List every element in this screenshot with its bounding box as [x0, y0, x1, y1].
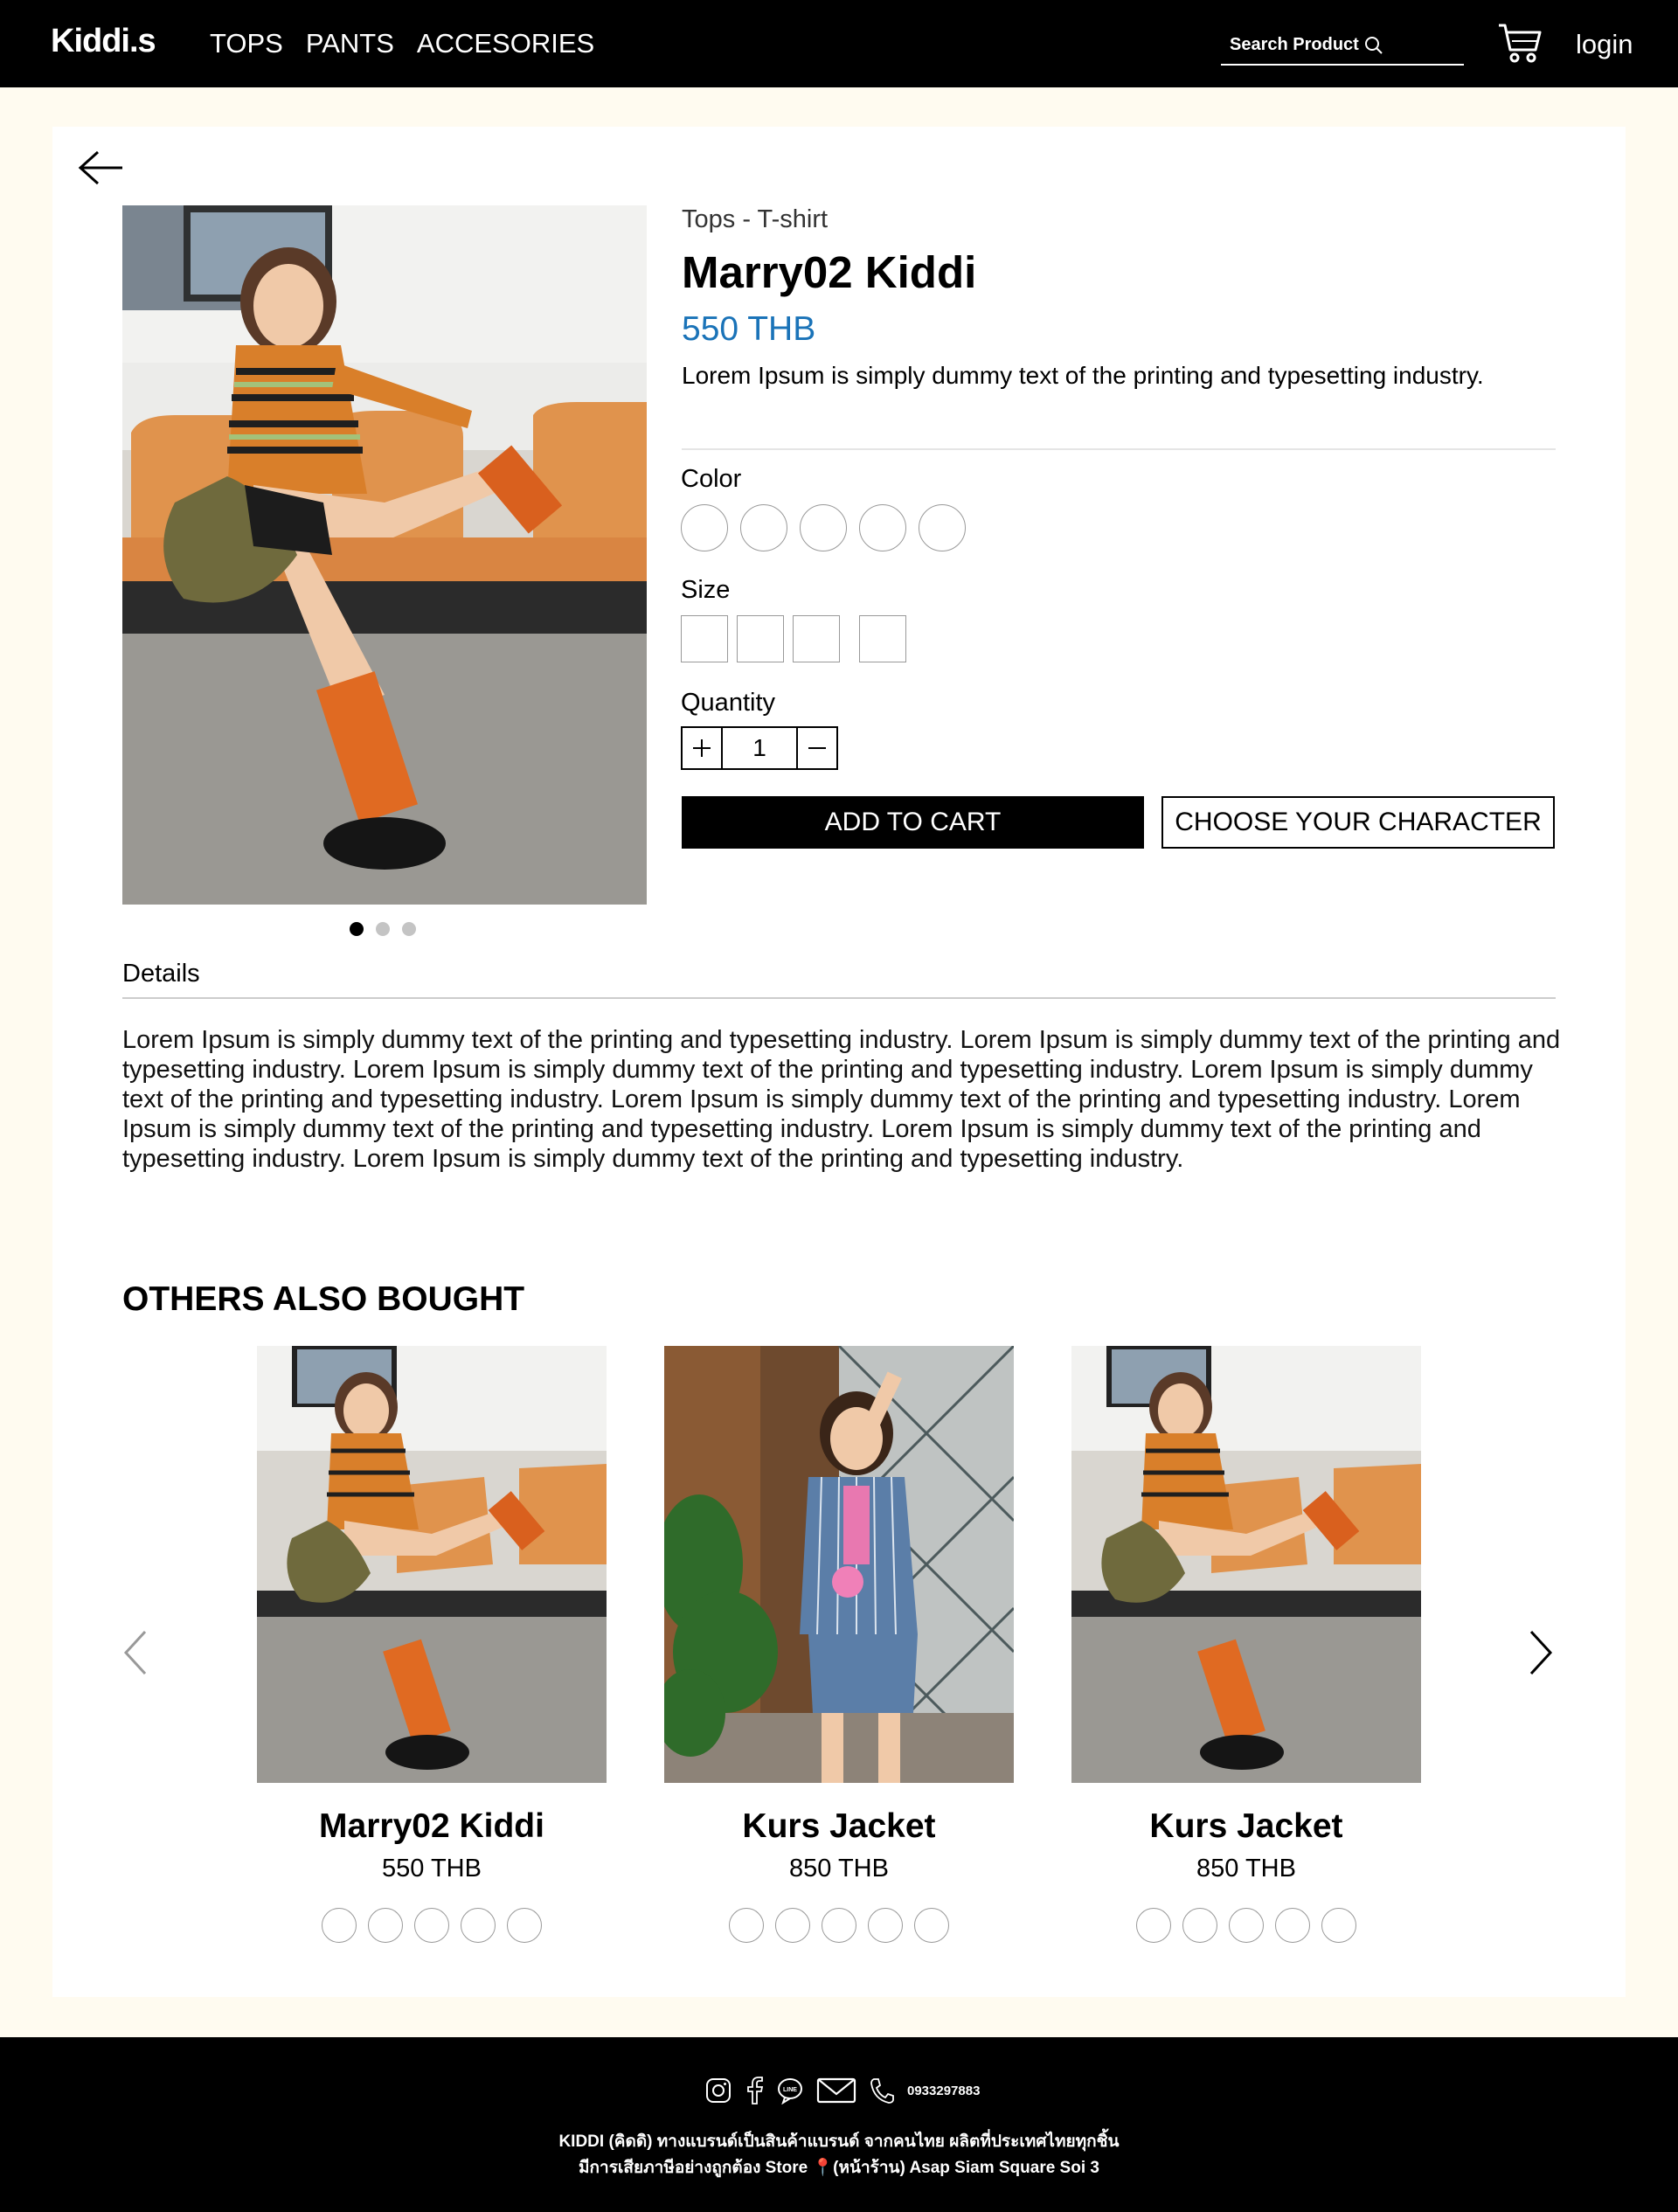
- divider: [682, 448, 1556, 450]
- product-price: 550 THB: [682, 310, 816, 348]
- instagram-icon[interactable]: [704, 2077, 732, 2105]
- social-links: LINE 0933297883: [704, 2077, 980, 2105]
- product-thumbnail[interactable]: [1071, 1346, 1421, 1783]
- gallery-dot[interactable]: [350, 922, 364, 936]
- carousel-next-icon[interactable]: [1528, 1628, 1556, 1682]
- color-swatch[interactable]: [800, 504, 847, 551]
- color-label: Color: [681, 465, 742, 493]
- footer: LINE 0933297883 KIDDI (คิดดิ) ทางแบรนด์เ…: [0, 2037, 1678, 2212]
- product-main-image[interactable]: [122, 205, 647, 905]
- nav-pants[interactable]: PANTS: [306, 28, 394, 59]
- details-text: Lorem Ipsum is simply dummy text of the …: [122, 1026, 1561, 1173]
- main-nav: TOPS PANTS ACCESORIES: [210, 28, 594, 59]
- nav-accesories[interactable]: ACCESORIES: [417, 28, 594, 59]
- color-swatch[interactable]: [368, 1908, 403, 1943]
- phone-icon[interactable]: [869, 2077, 895, 2105]
- size-option[interactable]: [737, 615, 784, 662]
- carousel-prev-icon[interactable]: [121, 1628, 149, 1682]
- color-swatch[interactable]: [914, 1908, 949, 1943]
- product-thumbnail[interactable]: [257, 1346, 607, 1783]
- gallery-pagination: [350, 922, 416, 936]
- quantity-value[interactable]: 1: [721, 728, 798, 768]
- plus-icon: [693, 739, 711, 757]
- color-swatch[interactable]: [414, 1908, 449, 1943]
- color-swatch[interactable]: [729, 1908, 764, 1943]
- product-title: Marry02 Kiddi: [682, 247, 977, 297]
- size-option[interactable]: [681, 615, 728, 662]
- quantity-label: Quantity: [681, 689, 775, 717]
- product-thumbnail[interactable]: [664, 1346, 1014, 1783]
- color-swatch[interactable]: [681, 504, 728, 551]
- product-tile[interactable]: Kurs Jacket 850 THB: [664, 1346, 1014, 1943]
- product-card: Tops - T-shirt Marry02 Kiddi 550 THB Lor…: [52, 127, 1626, 1997]
- quantity-stepper: 1: [681, 726, 838, 770]
- facebook-icon[interactable]: [745, 2077, 764, 2105]
- search-input[interactable]: [1230, 35, 1361, 55]
- color-swatch[interactable]: [1321, 1908, 1356, 1943]
- mail-icon[interactable]: [816, 2077, 856, 2105]
- increment-button[interactable]: [683, 728, 721, 768]
- brand-logo[interactable]: Kiddi.s: [51, 23, 156, 60]
- product-info: Tops - T-shirt Marry02 Kiddi 550 THB Lor…: [682, 205, 1608, 391]
- minus-icon: [808, 747, 826, 749]
- product-price: 850 THB: [789, 1855, 889, 1883]
- gallery-dot[interactable]: [376, 922, 390, 936]
- nav-tops[interactable]: TOPS: [210, 28, 283, 59]
- search-bar: [1221, 26, 1464, 66]
- color-swatch[interactable]: [859, 504, 906, 551]
- cart-icon[interactable]: [1497, 22, 1543, 70]
- color-swatch[interactable]: [507, 1908, 542, 1943]
- color-swatch[interactable]: [1229, 1908, 1264, 1943]
- color-swatch[interactable]: [1136, 1908, 1171, 1943]
- color-swatch[interactable]: [1182, 1908, 1217, 1943]
- color-swatch[interactable]: [740, 504, 787, 551]
- color-swatch[interactable]: [1275, 1908, 1310, 1943]
- top-navbar: Kiddi.s TOPS PANTS ACCESORIES login: [0, 0, 1678, 87]
- choose-character-button[interactable]: CHOOSE YOUR CHARACTER: [1161, 796, 1555, 849]
- color-swatches: [664, 1908, 1014, 1943]
- svg-text:LINE: LINE: [783, 2087, 797, 2093]
- color-swatches: [1071, 1908, 1421, 1943]
- search-icon[interactable]: [1364, 36, 1383, 55]
- size-option[interactable]: [859, 615, 906, 662]
- color-swatch[interactable]: [868, 1908, 903, 1943]
- size-label: Size: [681, 576, 731, 604]
- color-swatch[interactable]: [775, 1908, 810, 1943]
- line-icon[interactable]: LINE: [776, 2077, 804, 2105]
- color-swatches: [257, 1908, 607, 1943]
- gallery-dot[interactable]: [402, 922, 416, 936]
- color-swatch[interactable]: [461, 1908, 496, 1943]
- product-description: Lorem Ipsum is simply dummy text of the …: [682, 362, 1484, 389]
- back-arrow-icon[interactable]: [77, 149, 126, 191]
- others-heading: OTHERS ALSO BOUGHT: [122, 1280, 525, 1318]
- product-tile[interactable]: Marry02 Kiddi 550 THB: [257, 1346, 607, 1943]
- login-link[interactable]: login: [1576, 29, 1633, 60]
- product-tile[interactable]: Kurs Jacket 850 THB: [1071, 1346, 1421, 1943]
- product-price: 550 THB: [382, 1855, 482, 1883]
- product-name[interactable]: Kurs Jacket: [1071, 1807, 1421, 1846]
- color-swatches: [681, 504, 966, 551]
- decrement-button[interactable]: [798, 728, 836, 768]
- color-swatch[interactable]: [822, 1908, 856, 1943]
- product-price: 850 THB: [1196, 1855, 1296, 1883]
- product-name[interactable]: Kurs Jacket: [664, 1807, 1014, 1846]
- size-options: [681, 615, 915, 662]
- phone-number[interactable]: 0933297883: [907, 2084, 980, 2098]
- add-to-cart-button[interactable]: ADD TO CART: [682, 796, 1144, 849]
- size-option[interactable]: [793, 615, 840, 662]
- color-swatch[interactable]: [919, 504, 966, 551]
- color-swatch[interactable]: [322, 1908, 357, 1943]
- product-name[interactable]: Marry02 Kiddi: [257, 1807, 607, 1846]
- divider: [122, 997, 1556, 999]
- footer-brand-text: KIDDI (คิดดิ) ทางแบรนด์เป็นสินค้าแบรนด์ …: [558, 2132, 1120, 2151]
- breadcrumb: Tops - T-shirt: [682, 205, 829, 233]
- details-heading: Details: [122, 960, 200, 988]
- footer-store-text: มีการเสียภาษีอย่างถูกต้อง Store 📍(หน้าร้…: [579, 2159, 1099, 2177]
